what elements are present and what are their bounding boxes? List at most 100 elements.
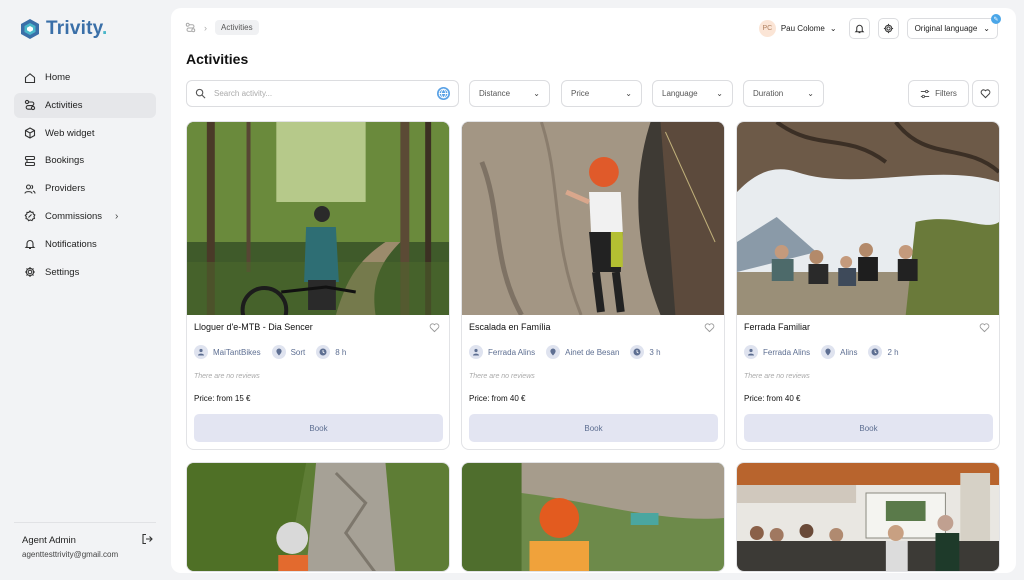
sidebar-item-label: Providers	[45, 183, 86, 195]
location-icon	[821, 345, 836, 359]
route-icon	[24, 100, 36, 111]
card-location: Ainet de Besan	[565, 347, 620, 357]
clock-icon	[868, 345, 883, 359]
bell-icon	[24, 240, 36, 250]
activity-image[interactable]	[462, 122, 724, 315]
card-meta: Ferrada Alins Ainet de Besan 3 h	[469, 345, 661, 359]
sidebar-item-settings[interactable]: Settings	[14, 260, 156, 285]
sidebar-item-providers[interactable]: Providers	[14, 176, 156, 201]
user-name: Agent Admin	[22, 535, 76, 546]
sidebar: Trivity. Home Activities Web widget Book…	[0, 0, 170, 580]
logo-text: Trivity.	[46, 18, 108, 39]
filters-button[interactable]: Filters	[908, 80, 969, 107]
activity-image[interactable]	[462, 463, 724, 571]
settings-button[interactable]	[877, 18, 899, 39]
card-meta: MaiTantBikes Sort 8 h	[194, 345, 346, 359]
filters-label: Filters	[935, 89, 957, 98]
sidebar-item-label: Bookings	[45, 155, 85, 167]
page-title: Activities	[186, 51, 249, 67]
activity-image[interactable]	[187, 122, 449, 315]
activity-card[interactable]: Lloguer d'e-MTB - Dia Sencer MaiTantBike…	[186, 121, 450, 450]
price-filter[interactable]: Price ⌄	[561, 80, 642, 107]
activity-image[interactable]	[737, 122, 999, 315]
card-duration: 3 h	[649, 347, 661, 357]
chevron-down-icon: ⌄	[807, 89, 814, 98]
chevron-down-icon: ⌄	[716, 89, 723, 98]
book-button[interactable]: Book	[194, 414, 443, 442]
app-logo[interactable]: Trivity.	[20, 18, 107, 40]
chevron-right-icon: ›	[204, 22, 207, 33]
profile-menu[interactable]: PC Pau Colome ⌄	[758, 20, 837, 37]
card-reviews: There are no reviews	[744, 373, 810, 380]
language-select[interactable]: Original language ⌄ ✎	[906, 14, 1001, 39]
card-title[interactable]: Lloguer d'e-MTB - Dia Sencer	[194, 322, 313, 332]
activity-card[interactable]: Ferrada Familiar Ferrada Alins Alins 2 h…	[736, 121, 1000, 450]
filter-label: Duration	[753, 89, 784, 98]
card-title[interactable]: Escalada en Família	[469, 322, 551, 332]
card-meta: Ferrada Alins Alins 2 h	[744, 345, 899, 359]
route-icon[interactable]	[185, 22, 196, 33]
distance-filter[interactable]: Distance ⌄	[469, 80, 550, 107]
sidebar-item-commissions[interactable]: Commissions ›	[14, 204, 156, 229]
filter-label: Language	[662, 89, 698, 98]
sidebar-item-label: Web widget	[45, 127, 95, 139]
book-button[interactable]: Book	[744, 414, 993, 442]
card-duration: 2 h	[887, 347, 899, 357]
avatar: PC	[758, 20, 776, 37]
card-price: Price: from 40 €	[469, 394, 526, 403]
card-provider[interactable]: Ferrada Alins	[763, 348, 810, 357]
clock-icon	[630, 345, 645, 359]
heart-icon[interactable]	[704, 322, 715, 333]
percent-icon	[24, 210, 36, 222]
sidebar-item-web-widget[interactable]: Web widget	[14, 121, 156, 146]
search-icon	[195, 88, 206, 99]
favorites-button[interactable]	[972, 80, 999, 107]
globe-icon[interactable]	[437, 87, 450, 100]
main-panel: › Activities PC Pau Colome ⌄ Original la…	[171, 8, 1016, 573]
chevron-down-icon: ⌄	[533, 89, 540, 98]
logout-icon[interactable]	[141, 533, 153, 545]
filter-label: Distance	[479, 89, 511, 98]
users-icon	[24, 184, 36, 194]
chevron-down-icon: ⌄	[625, 89, 632, 98]
chevron-down-icon: ⌄	[829, 24, 837, 33]
provider-icon	[194, 345, 208, 359]
heart-icon[interactable]	[429, 322, 440, 333]
card-location: Sort	[290, 347, 306, 357]
sliders-icon	[920, 89, 930, 98]
user-info: Agent Admin agenttesttrivity@gmail.com	[22, 535, 118, 559]
activity-card[interactable]	[461, 462, 725, 572]
card-title[interactable]: Ferrada Familiar	[744, 322, 810, 332]
search-box[interactable]	[186, 80, 459, 107]
activity-card[interactable]: Escalada en Família Ferrada Alins Ainet …	[461, 121, 725, 450]
breadcrumb: › Activities	[185, 20, 259, 35]
card-provider[interactable]: MaiTantBikes	[213, 348, 261, 357]
location-icon	[546, 345, 561, 359]
profile-name: Pau Colome	[780, 24, 825, 33]
language-filter[interactable]: Language ⌄	[652, 80, 733, 107]
sidebar-item-home[interactable]: Home	[14, 65, 156, 90]
sidebar-item-notifications[interactable]: Notifications	[14, 232, 156, 257]
notifications-button[interactable]	[848, 18, 870, 39]
search-input[interactable]	[214, 89, 429, 98]
logo-icon	[21, 19, 39, 39]
activity-card[interactable]	[186, 462, 450, 572]
heart-icon[interactable]	[979, 322, 990, 333]
sidebar-item-label: Settings	[45, 266, 80, 278]
card-price: Price: from 40 €	[744, 394, 801, 403]
card-provider[interactable]: Ferrada Alins	[488, 348, 535, 357]
sidebar-item-label: Notifications	[45, 238, 97, 250]
sidebar-item-activities[interactable]: Activities	[14, 92, 156, 118]
breadcrumb-current[interactable]: Activities	[215, 20, 259, 35]
user-email: agenttesttrivity@gmail.com	[22, 550, 119, 559]
activity-image[interactable]	[737, 463, 999, 571]
sidebar-nav: Home Activities Web widget Bookings Prov…	[14, 65, 156, 287]
duration-filter[interactable]: Duration ⌄	[743, 80, 824, 107]
book-button[interactable]: Book	[469, 414, 718, 442]
sidebar-item-bookings[interactable]: Bookings	[14, 148, 156, 173]
sidebar-divider	[14, 522, 156, 523]
activity-image[interactable]	[187, 463, 449, 571]
chevron-down-icon: ⌄	[983, 24, 990, 33]
card-location: Alins	[840, 347, 858, 357]
activity-card[interactable]	[736, 462, 1000, 572]
